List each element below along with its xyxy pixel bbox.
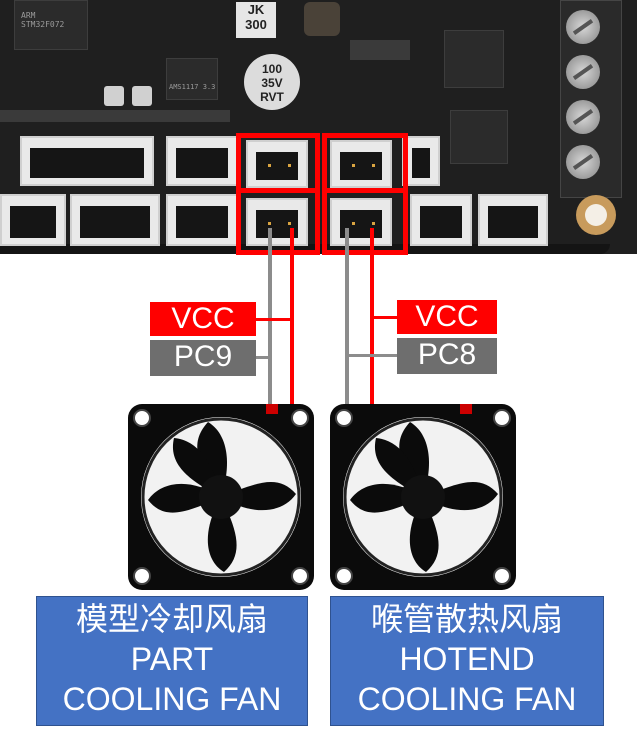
part-cooling-fan <box>128 404 314 590</box>
jk-marking-2: 300 <box>245 17 267 32</box>
highlight-box-left <box>236 133 320 255</box>
mounting-hole <box>576 195 616 235</box>
screw-2 <box>566 55 600 89</box>
smd-row <box>0 110 230 122</box>
cap-marking-3: RVT <box>260 90 284 104</box>
connector-bottom-2 <box>70 194 160 246</box>
highlight-divider-left <box>236 188 320 193</box>
mcu-marking-1: ARM <box>21 11 36 20</box>
connector-top-1 <box>20 136 154 186</box>
connector-bottom-1 <box>0 194 66 246</box>
connector-bottom-6 <box>410 194 472 246</box>
pc9-label: PC9 <box>150 340 256 376</box>
screw-4 <box>566 145 600 179</box>
jk-fuse: JK 300 <box>236 2 276 38</box>
vcc-label-left: VCC <box>150 302 256 336</box>
wire-right-vcc <box>370 228 374 410</box>
reset-button <box>104 86 124 106</box>
connector-top-2 <box>166 136 238 186</box>
fan-icon <box>128 404 314 590</box>
caption-cn: 喉管散热风扇 <box>370 601 563 637</box>
mcu-marking-2: STM32F072 <box>21 20 65 29</box>
cap-marking-2: 35V <box>261 76 283 90</box>
caption-en-2: COOLING FAN <box>357 681 577 717</box>
connector-bottom-7 <box>478 194 548 246</box>
caption-cn: 模型冷却风扇 <box>75 601 268 637</box>
leader-right-vcc <box>370 316 398 319</box>
screw-1 <box>566 10 600 44</box>
fan-icon <box>330 404 516 590</box>
hotend-cooling-fan-caption: 喉管散热风扇 HOTEND COOLING FAN <box>330 596 604 726</box>
highlight-divider-right <box>322 188 408 193</box>
driver-chip-2 <box>450 110 508 164</box>
regulator-marking: AMS1117 3.3 <box>169 83 216 91</box>
leader-left-vcc <box>256 318 294 321</box>
inductor <box>304 2 340 36</box>
cap-marking-1: 100 <box>261 62 283 76</box>
pc8-label: PC8 <box>397 338 497 374</box>
mcu-chip: ARM STM32F072 <box>14 0 88 50</box>
leader-left-pc9 <box>256 356 272 359</box>
voltage-regulator: AMS1117 3.3 <box>166 58 218 100</box>
vcc-label-right: VCC <box>397 300 497 334</box>
hotend-cooling-fan <box>330 404 516 590</box>
screw-3 <box>566 100 600 134</box>
caption-en-1: PART <box>130 641 214 677</box>
smd-group-1 <box>350 40 410 60</box>
leader-right-pc8 <box>345 354 397 357</box>
caption-en-1: HOTEND <box>399 641 535 677</box>
part-cooling-fan-caption: 模型冷却风扇 PART COOLING FAN <box>36 596 308 726</box>
electrolytic-capacitor: 100 35V RVT <box>244 54 300 110</box>
jk-marking-1: JK <box>247 2 265 17</box>
highlight-box-right <box>322 133 408 255</box>
wire-right-signal <box>345 228 349 410</box>
caption-en-2: COOLING FAN <box>62 681 282 717</box>
connector-bottom-3 <box>166 194 238 246</box>
driver-chip-1 <box>444 30 504 88</box>
boot-button <box>132 86 152 106</box>
